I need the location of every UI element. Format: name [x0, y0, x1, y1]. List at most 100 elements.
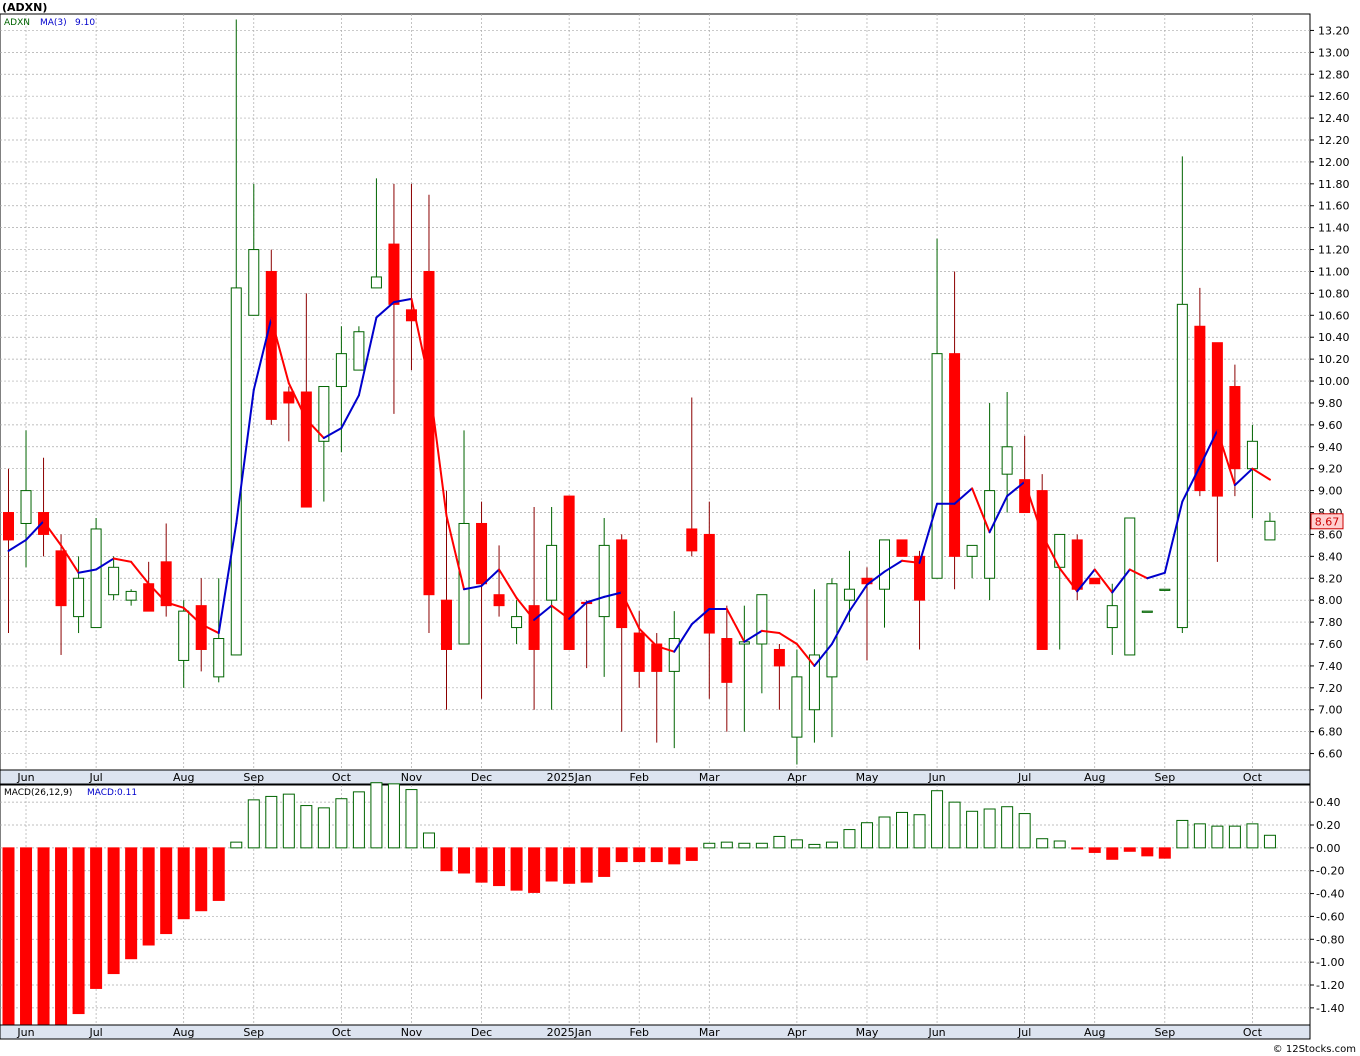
macd-bar	[1263, 834, 1276, 849]
macd-x-tick-label: Aug	[173, 1026, 194, 1039]
macd-bar	[160, 847, 173, 935]
candle-body	[3, 512, 14, 541]
macd-x-tick-label: Mar	[699, 1026, 720, 1039]
candle-body	[528, 605, 540, 650]
macd-bar	[282, 793, 295, 849]
price-y-tick-label: 11.00	[1318, 265, 1350, 278]
candle-body	[984, 490, 996, 579]
macd-bar	[142, 847, 155, 946]
macd-x-tick-label: Sep	[243, 1026, 264, 1039]
candle-body	[1089, 577, 1101, 585]
stock-chart: (ADXN) 6.60 6.80 7.00 7.20 7.40 7.60 7.80 8.00 8…	[0, 0, 1360, 1056]
macd-bar	[878, 816, 891, 849]
price-y-tick-label: 7.20	[1318, 682, 1343, 695]
price-x-tick-label: Jun	[16, 771, 34, 784]
candle-body	[511, 616, 523, 629]
candle-body	[686, 528, 698, 552]
macd-x-tick-label: Jul	[88, 1026, 102, 1039]
macd-bar	[475, 847, 488, 883]
candle-body	[1159, 588, 1171, 591]
macd-bar	[352, 791, 365, 849]
macd-x-tick-label: Jul	[1017, 1026, 1031, 1039]
price-y-tick-label: 12.20	[1318, 134, 1350, 147]
candle-body	[703, 533, 715, 634]
macd-bar	[195, 847, 208, 912]
candle-body	[1001, 446, 1013, 475]
price-y-tick-label: 9.20	[1318, 463, 1343, 476]
footer-credit: © 12Stocks.com	[1273, 1044, 1356, 1055]
candle-body	[1211, 342, 1223, 497]
macd-bar	[510, 847, 523, 891]
price-y-tick-label: 11.40	[1318, 222, 1350, 235]
candle-body	[826, 583, 838, 678]
candle-body	[388, 243, 400, 305]
macd-y-tick-label: 0.00	[1316, 842, 1341, 855]
macd-bar	[1036, 838, 1049, 849]
macd-bar	[1176, 819, 1189, 849]
candle	[563, 495, 575, 650]
macd-x-tick-label: Jun	[16, 1026, 34, 1039]
macd-x-tick-label: Sep	[1154, 1026, 1175, 1039]
macd-panel: -1.40 -1.20 -1.00 -0.80 -0.60 -0.40 -0.20 0.00…	[0, 782, 1344, 1026]
candle	[90, 518, 102, 629]
macd-bar	[440, 847, 453, 872]
candle-body	[38, 512, 50, 535]
macd-bar	[1001, 806, 1014, 849]
macd-x-tick-label: Feb	[629, 1026, 648, 1039]
candle-body	[248, 249, 260, 316]
macd-bar	[1088, 847, 1101, 853]
price-y-tick-label: 10.00	[1318, 375, 1350, 388]
price-legend-ma-label: MA(3)	[40, 18, 67, 28]
macd-bar	[37, 847, 50, 1026]
price-y-tick-label: 12.40	[1318, 112, 1350, 125]
price-x-tick-label: Jun	[927, 771, 945, 784]
macd-bar	[948, 801, 961, 849]
macd-bar	[633, 847, 646, 863]
price-y-tick-label: 9.60	[1318, 419, 1343, 432]
candle-body	[108, 566, 120, 596]
price-y-tick-label: 9.00	[1318, 485, 1343, 498]
candle-body	[55, 550, 67, 607]
macd-bar	[1071, 847, 1084, 850]
macd-bar	[825, 841, 838, 849]
macd-bar	[896, 811, 909, 849]
price-x-tick-label: Oct	[332, 771, 352, 784]
macd-bar	[335, 798, 348, 849]
macd-bar	[983, 808, 996, 849]
candle	[353, 326, 365, 371]
price-x-tick-label: Oct	[1243, 771, 1263, 784]
candle	[1159, 588, 1171, 591]
price-x-tick-label: Sep	[243, 771, 264, 784]
macd-bar	[808, 843, 821, 849]
macd-x-tick-label: Aug	[1084, 1026, 1105, 1039]
candle-body	[283, 391, 295, 404]
macd-x-tick-label: Apr	[787, 1026, 807, 1039]
price-panel: 6.60 6.80 7.00 7.20 7.40 7.60 7.80 8.00 8.20 8.40…	[0, 13, 1350, 771]
price-y-tick-label: 10.60	[1318, 309, 1350, 322]
macd-bar	[668, 847, 681, 865]
macd-bar	[317, 807, 330, 849]
price-y-tick-label: 8.60	[1318, 528, 1343, 541]
macd-bar	[370, 782, 383, 849]
macd-bar	[738, 842, 751, 849]
price-y-tick-label: 7.80	[1318, 616, 1343, 629]
price-x-tick-label: Dec	[471, 771, 492, 784]
candle	[896, 539, 908, 557]
candle-body	[1124, 517, 1136, 656]
macd-bar	[107, 847, 120, 975]
macd-x-tick-label: Dec	[471, 1026, 492, 1039]
price-y-tick-label: 12.80	[1318, 68, 1350, 81]
macd-bar	[1053, 840, 1066, 849]
price-x-tick-label: Apr	[787, 771, 807, 784]
price-x-tick-label: Aug	[1084, 771, 1105, 784]
candle	[1089, 577, 1101, 585]
price-x-tick-label: Jul	[1017, 771, 1031, 784]
macd-bar	[90, 847, 103, 989]
price-y-tick-label: 11.80	[1318, 178, 1350, 191]
price-y-tick-label: 6.80	[1318, 726, 1343, 739]
macd-bar	[405, 789, 418, 849]
price-legend-ma-value: 9.10	[75, 18, 95, 28]
candle-body	[1229, 386, 1241, 470]
macd-bar	[2, 847, 15, 1026]
macd-bar	[913, 814, 926, 849]
